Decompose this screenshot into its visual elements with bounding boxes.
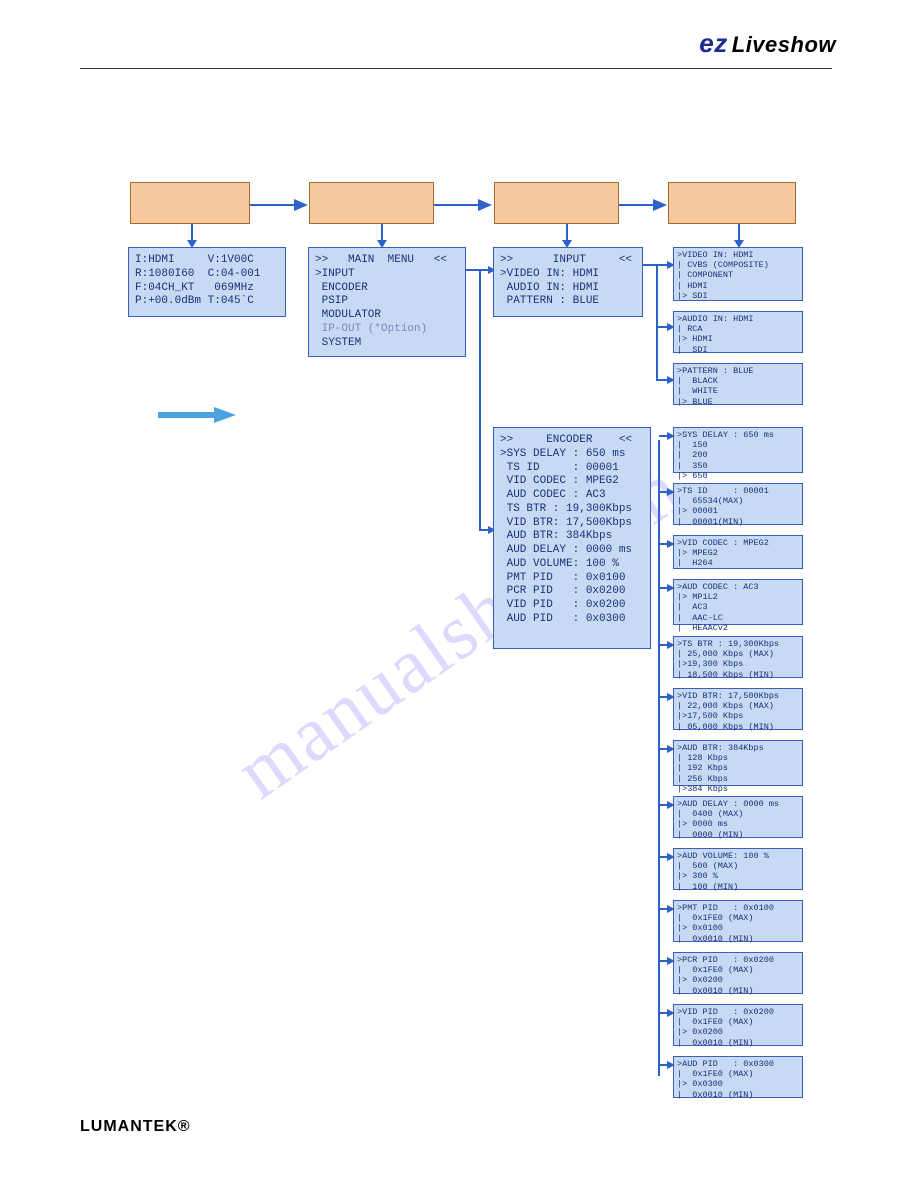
arrow-down-a xyxy=(185,224,199,248)
arrow-3 xyxy=(619,196,669,214)
encoder-to-side xyxy=(651,440,675,1100)
legend-arrow xyxy=(158,405,238,425)
input-panel: >> INPUT << >VIDEO IN: HDMI AUDIO IN: HD… xyxy=(493,247,643,317)
side-panel-1: >AUDIO IN: HDMI | RCA |> HDMI | SDI xyxy=(673,311,803,353)
input-to-side xyxy=(643,255,675,405)
side-panel-9: >AUD BTR: 384Kbps | 128 Kbps | 192 Kbps … xyxy=(673,740,803,786)
side-panel-8: >VID BTR: 17,500Kbps | 22,000 Kbps (MAX)… xyxy=(673,688,803,730)
side-panel-3: >SYS DELAY : 650 ms | 150 | 200 | 350 |>… xyxy=(673,427,803,473)
arrow-2 xyxy=(434,196,494,214)
brand-name: Liveshow xyxy=(732,32,836,57)
footer-brand: LUMANTEK® xyxy=(80,1118,191,1136)
stage-box-4 xyxy=(668,182,796,224)
side-panel-15: >AUD PID : 0x0300 | 0x1FE0 (MAX) |> 0x03… xyxy=(673,1056,803,1098)
side-panel-11: >AUD VOLUME: 100 % | 500 (MAX) |> 300 % … xyxy=(673,848,803,890)
arrow-down-c xyxy=(560,224,574,248)
main-menu-panel: >> MAIN MENU << >INPUT ENCODER PSIP MODU… xyxy=(308,247,466,357)
brand-logo: ezLiveshow xyxy=(699,28,836,59)
status-panel: I:HDMI V:1V00C R:1080I60 C:04-001 F:04CH… xyxy=(128,247,286,317)
side-panel-0: >VIDEO IN: HDMI | CVBS (COMPOSITE) | COM… xyxy=(673,247,803,301)
arrow-down-d xyxy=(732,224,746,248)
arrow-down-b xyxy=(375,224,389,248)
header-rule xyxy=(80,68,832,69)
main-to-children xyxy=(466,260,496,560)
side-panel-2: >PATTERN : BLUE | BLACK | WHITE |> BLUE xyxy=(673,363,803,405)
encoder-panel: >> ENCODER << >SYS DELAY : 650 ms TS ID … xyxy=(493,427,651,649)
arrow-1 xyxy=(250,196,310,214)
side-panel-4: >TS ID : 00001 | 65534(MAX) |> 00001 | 0… xyxy=(673,483,803,525)
side-panel-13: >PCR PID : 0x0200 | 0x1FE0 (MAX) |> 0x02… xyxy=(673,952,803,994)
stage-box-2 xyxy=(309,182,434,224)
side-panel-14: >VID PID : 0x0200 | 0x1FE0 (MAX) |> 0x02… xyxy=(673,1004,803,1046)
side-panel-10: >AUD DELAY : 0000 ms | 0400 (MAX) |> 000… xyxy=(673,796,803,838)
side-panel-5: >VID CODEC : MPEG2 |> MPEG2 | H264 xyxy=(673,535,803,569)
stage-box-3 xyxy=(494,182,619,224)
page: ezLiveshow manualshi .com LUMANTEK® I:H xyxy=(0,0,918,1188)
side-panel-6: >AUD CODEC : AC3 |> MP1L2 | AC3 | AAC-LC… xyxy=(673,579,803,625)
stage-box-1 xyxy=(130,182,250,224)
side-panel-7: >TS BTR : 19,300Kbps | 25,000 Kbps (MAX)… xyxy=(673,636,803,678)
side-panel-12: >PMT PID : 0x0100 | 0x1FE0 (MAX) |> 0x01… xyxy=(673,900,803,942)
